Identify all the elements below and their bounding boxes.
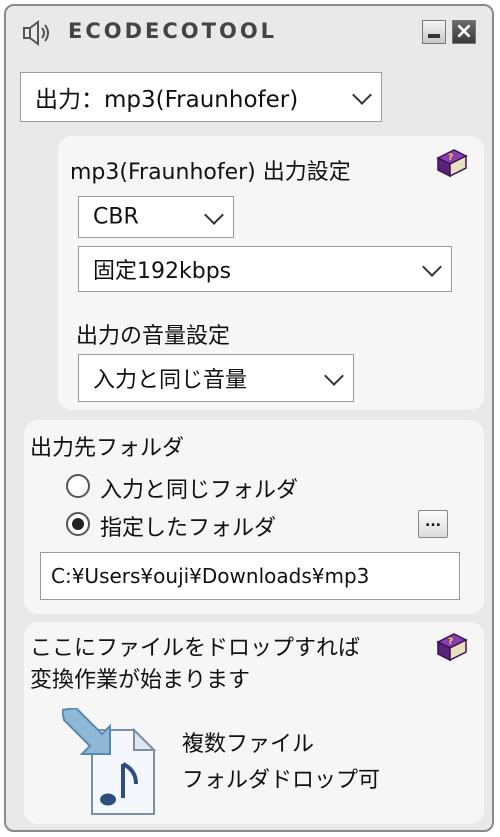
speaker-icon: [23, 20, 49, 46]
chevron-down-icon: [422, 257, 442, 277]
encoding-mode-value: CBR: [93, 204, 139, 230]
help-book-icon[interactable]: ?: [434, 632, 468, 662]
output-path-value: C:¥Users¥ouji¥Downloads¥mp3: [51, 564, 370, 588]
volume-label: 出力の音量設定: [76, 324, 231, 349]
help-book-icon[interactable]: ?: [434, 148, 468, 178]
drop-note-line2: フォルダドロップ可: [182, 768, 381, 793]
svg-text:?: ?: [448, 153, 453, 163]
output-format-value: 出力：mp3(Fraunhofer): [35, 87, 299, 113]
close-icon: ×: [454, 19, 474, 44]
encoding-mode-select[interactable]: CBR: [78, 196, 234, 238]
bitrate-select[interactable]: 固定192kbps: [78, 246, 452, 292]
radio-same-folder-label[interactable]: 入力と同じフォルダ: [100, 472, 298, 504]
settings-heading: mp3(Fraunhofer) 出力設定: [70, 160, 351, 185]
radio-custom-folder-label[interactable]: 指定したフォルダ: [100, 510, 276, 542]
bitrate-value: 固定192kbps: [93, 259, 232, 284]
browse-folder-button[interactable]: ...: [418, 510, 448, 538]
output-folder-panel: 出力先フォルダ 入力と同じフォルダ 指定したフォルダ ... C:¥Users¥…: [24, 420, 484, 614]
app-window: ECODECOTOOL × 出力：mp3(Fraunhofer) mp3(Fra…: [4, 4, 494, 832]
music-file-drop-icon: [62, 708, 157, 815]
output-format-select[interactable]: 出力：mp3(Fraunhofer): [20, 72, 382, 122]
minimize-button[interactable]: [422, 20, 446, 44]
window-title: ECODECOTOOL: [68, 19, 278, 43]
drop-note-line1: 複数ファイル: [182, 732, 315, 757]
svg-text:?: ?: [448, 637, 453, 647]
title-bar[interactable]: ECODECOTOOL ×: [6, 6, 492, 50]
volume-value: 入力と同じ音量: [93, 368, 248, 393]
drop-zone-panel[interactable]: ここにファイルをドロップすれば 変換作業が始まります ? 複数ファイル フォルダ…: [24, 622, 484, 824]
drop-instruction-line1: ここにファイルをドロップすれば: [30, 636, 361, 661]
close-button[interactable]: ×: [452, 19, 476, 44]
chevron-down-icon: [352, 85, 372, 105]
output-path-field[interactable]: C:¥Users¥ouji¥Downloads¥mp3: [40, 552, 460, 600]
radio-same-folder[interactable]: [66, 474, 90, 498]
chevron-down-icon: [204, 205, 224, 225]
drop-instruction-line2: 変換作業が始まります: [30, 668, 251, 693]
volume-select[interactable]: 入力と同じ音量: [78, 354, 354, 402]
radio-custom-folder[interactable]: [66, 512, 90, 536]
chevron-down-icon: [324, 366, 344, 386]
settings-panel: mp3(Fraunhofer) 出力設定 ? CBR 固定192kbps 出力の…: [58, 136, 484, 410]
output-folder-heading: 出力先フォルダ: [30, 436, 185, 461]
